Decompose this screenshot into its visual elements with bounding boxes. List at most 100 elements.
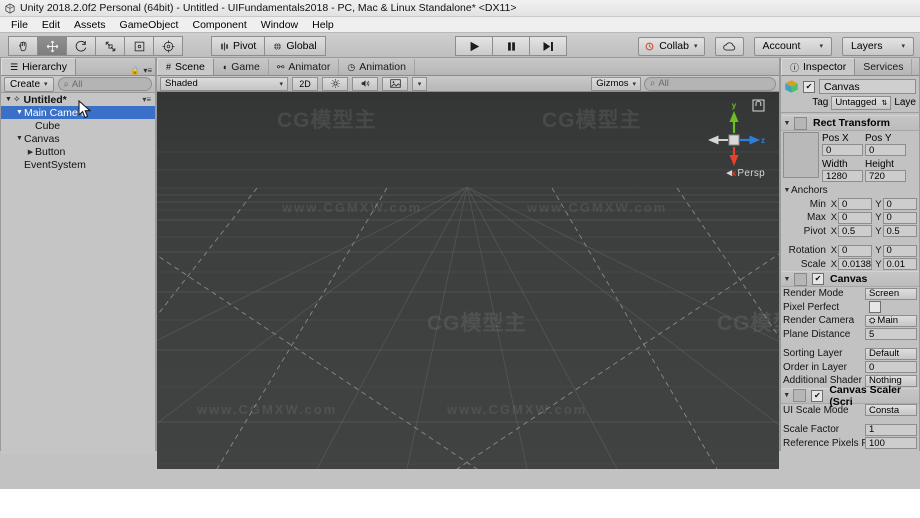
tab-services[interactable]: Services bbox=[855, 59, 912, 75]
property-text[interactable]: 1 bbox=[865, 424, 917, 436]
pivot-toggle-button[interactable]: Pivot bbox=[211, 36, 264, 56]
component-enabled-checkbox[interactable]: ✔ bbox=[812, 273, 824, 285]
object-enabled-checkbox[interactable]: ✔ bbox=[803, 81, 815, 93]
transform-tool-button[interactable] bbox=[153, 36, 183, 56]
scene-viewport[interactable]: CG模型主CG模型主CG模型主CG模型主www.CGMXW.comwww.CGM… bbox=[157, 92, 779, 469]
tab-hierarchy[interactable]: ☰ Hierarchy bbox=[1, 58, 76, 75]
menu-window[interactable]: Window bbox=[254, 19, 305, 31]
axis-input[interactable]: 0.0138 bbox=[838, 258, 873, 270]
axis-input[interactable]: 0 bbox=[838, 198, 873, 210]
axis-input[interactable]: 0 bbox=[883, 212, 918, 224]
foldout-expanded-icon[interactable]: ▼ bbox=[4, 96, 13, 103]
foldout-expanded-icon[interactable]: ▼ bbox=[783, 392, 790, 399]
axis-label: X bbox=[830, 199, 838, 210]
hierarchy-item-untitled[interactable]: ▼✧Untitled*▾≡ bbox=[1, 93, 155, 106]
step-button[interactable] bbox=[529, 36, 567, 56]
panel-menu-icon[interactable]: ▾≡ bbox=[143, 66, 152, 75]
component-enabled-checkbox[interactable]: ✔ bbox=[811, 390, 823, 402]
property-row-max: MaxX0Y0 bbox=[781, 211, 919, 225]
draw-mode-dropdown[interactable]: Shaded ▾ bbox=[160, 77, 288, 91]
rect-field-input[interactable]: 1280 bbox=[822, 170, 863, 182]
property-objfield[interactable]: ⛭Main bbox=[865, 315, 917, 327]
tab-animator[interactable]: ⚯Animator bbox=[269, 59, 340, 75]
property-dropdown[interactable]: Default bbox=[865, 348, 917, 360]
cloud-button[interactable] bbox=[715, 37, 744, 56]
menu-component[interactable]: Component bbox=[185, 19, 253, 31]
scene-fx-button[interactable] bbox=[382, 77, 408, 91]
property-text[interactable]: 5 bbox=[865, 328, 917, 340]
axis-input[interactable]: 0 bbox=[883, 245, 918, 257]
tag-dropdown[interactable]: Untagged ⇅ bbox=[831, 96, 891, 110]
move-tool-button[interactable] bbox=[37, 36, 66, 56]
foldout-expanded-icon[interactable]: ▼ bbox=[783, 120, 791, 127]
scene-perspective-label[interactable]: ◄ Persp bbox=[724, 168, 765, 179]
hierarchy-panel: ☰ Hierarchy 🔒 ▾≡ Create ▾ ⌕ All ▼✧Untitl… bbox=[0, 57, 156, 451]
axis-input[interactable]: 0 bbox=[883, 198, 918, 210]
menu-assets[interactable]: Assets bbox=[67, 19, 113, 31]
hierarchy-item-canvas[interactable]: ▼Canvas bbox=[1, 132, 155, 145]
scene-search-input[interactable]: ⌕ All bbox=[644, 77, 776, 91]
hand-tool-button[interactable] bbox=[8, 36, 37, 56]
property-label: Rotation bbox=[783, 245, 830, 256]
gizmos-dropdown[interactable]: Gizmos ▾ bbox=[591, 77, 641, 91]
hierarchy-item-button[interactable]: ▶Button bbox=[1, 145, 155, 158]
object-name-field[interactable]: Canvas bbox=[819, 79, 916, 94]
component-header-canvas[interactable]: ▼✔Canvas bbox=[781, 271, 919, 287]
rotate-tool-button[interactable] bbox=[66, 36, 95, 56]
rect-field-input[interactable]: 720 bbox=[865, 170, 906, 182]
tab-scene[interactable]: #Scene bbox=[157, 58, 214, 75]
axis-input[interactable]: 0 bbox=[838, 212, 873, 224]
property-dropdown[interactable]: Screen bbox=[865, 288, 917, 300]
play-button[interactable] bbox=[455, 36, 492, 56]
divider bbox=[781, 112, 919, 113]
foldout-expanded-icon[interactable]: ▼ bbox=[15, 135, 24, 142]
hierarchy-item-cube[interactable]: Cube bbox=[1, 119, 155, 132]
create-button[interactable]: Create ▾ bbox=[4, 77, 54, 92]
foldout-collapsed-icon[interactable]: ▶ bbox=[26, 148, 35, 156]
hierarchy-item-eventsystem[interactable]: EventSystem bbox=[1, 158, 155, 171]
axis-input[interactable]: 0.01 bbox=[883, 258, 918, 270]
unity-editor-window: Unity 2018.2.0f2 Personal (64bit) - Unti… bbox=[0, 0, 920, 518]
foldout-expanded-icon[interactable]: ▼ bbox=[783, 276, 791, 283]
hierarchy-item-main-camera[interactable]: ▼Main Camera bbox=[1, 106, 155, 119]
rect-tool-button[interactable] bbox=[124, 36, 153, 56]
menu-gameobject[interactable]: GameObject bbox=[113, 19, 186, 31]
scale-tool-button[interactable] bbox=[95, 36, 124, 56]
scene-grid bbox=[157, 92, 779, 469]
unity-logo-icon bbox=[4, 3, 16, 14]
axis-input[interactable]: 0 bbox=[838, 245, 873, 257]
property-checkbox[interactable] bbox=[869, 301, 881, 313]
property-text[interactable]: 100 bbox=[865, 437, 917, 449]
foldout-expanded-icon[interactable]: ▼ bbox=[783, 187, 791, 194]
tab-inspector[interactable]: ⓘInspector bbox=[781, 58, 855, 75]
tab-label: Animator bbox=[288, 61, 330, 73]
pause-button[interactable] bbox=[492, 36, 529, 56]
hierarchy-search-input[interactable]: ⌕ All bbox=[58, 77, 152, 91]
axis-input[interactable]: 0.5 bbox=[883, 225, 918, 237]
property-text[interactable]: 0 bbox=[865, 361, 917, 373]
anchor-preset-box[interactable] bbox=[783, 132, 819, 178]
lock-icon[interactable]: 🔒 bbox=[130, 66, 140, 75]
rect-field-input[interactable]: 0 bbox=[865, 144, 906, 156]
menu-edit[interactable]: Edit bbox=[35, 19, 67, 31]
scene-menu-icon[interactable]: ▾≡ bbox=[142, 95, 151, 104]
global-toggle-button[interactable]: Global bbox=[264, 36, 325, 56]
tab-game[interactable]: ◖Game bbox=[214, 59, 269, 75]
toggle-2d-button[interactable]: 2D bbox=[292, 77, 318, 91]
layers-button[interactable]: Layers ▾ bbox=[842, 37, 914, 56]
component-header-canvas-scaler-scri[interactable]: ▼✔Canvas Scaler (Scri bbox=[781, 388, 919, 404]
property-dropdown[interactable]: Consta bbox=[865, 404, 917, 416]
rect-field-input[interactable]: 0 bbox=[822, 144, 863, 156]
menu-file[interactable]: File bbox=[4, 19, 35, 31]
scene-fx-dropdown[interactable]: ▾ bbox=[412, 77, 427, 91]
account-button[interactable]: Account ▾ bbox=[754, 37, 832, 56]
scene-audio-button[interactable] bbox=[352, 77, 378, 91]
axis-input[interactable]: 0.5 bbox=[838, 225, 873, 237]
tab-animation[interactable]: ◷Animation bbox=[339, 59, 415, 75]
rect-transform-anchor-preset[interactable]: Pos XPos Y00WidthHeight1280720 bbox=[781, 131, 919, 184]
menu-help[interactable]: Help bbox=[305, 19, 341, 31]
component-header-rect-transform[interactable]: ▼Rect Transform bbox=[781, 115, 919, 131]
foldout-expanded-icon[interactable]: ▼ bbox=[15, 109, 24, 116]
scene-lighting-button[interactable] bbox=[322, 77, 348, 91]
collab-button[interactable]: Collab ▾ bbox=[638, 37, 704, 56]
